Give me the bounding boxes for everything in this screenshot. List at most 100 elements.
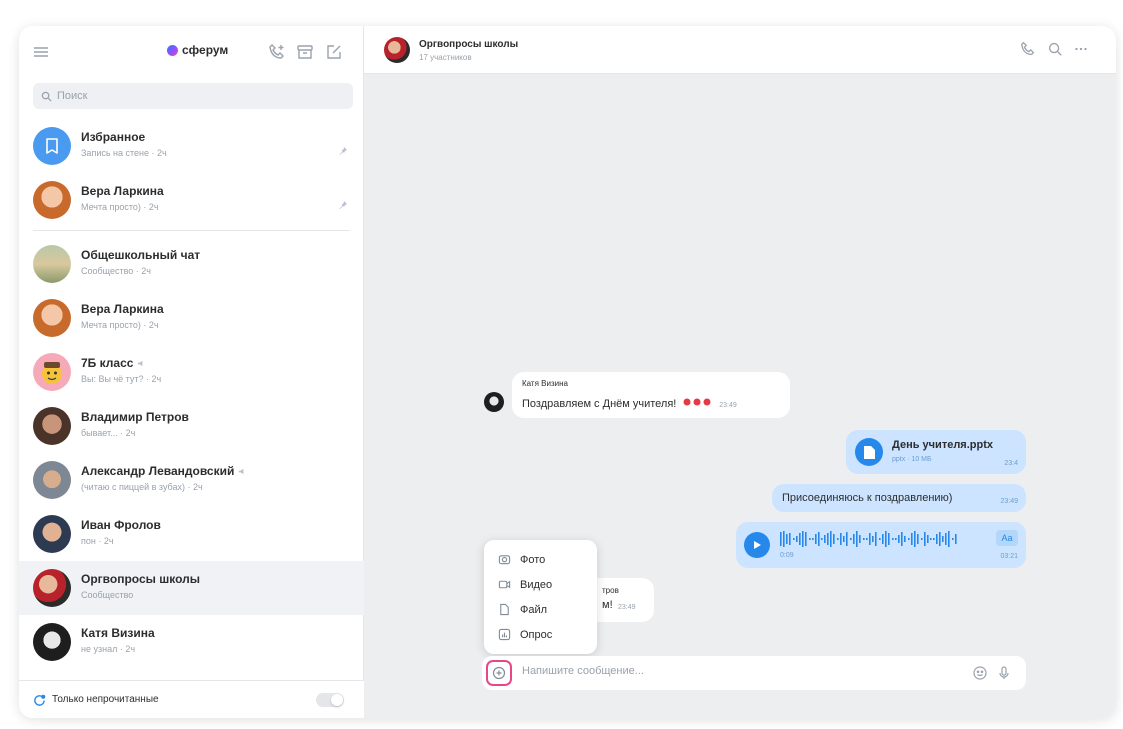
attach-menu: Фото Видео Файл Опрос bbox=[484, 540, 597, 654]
message-body: Поздравляем с Днём учителя! 23:49 bbox=[522, 394, 737, 412]
more-icon[interactable] bbox=[1072, 40, 1090, 58]
chat-item-katya-vizina[interactable]: Катя Визина не узнал · 2ч bbox=[19, 615, 364, 669]
chat-item-school-chat[interactable]: Общешкольный чат Сообщество · 2ч bbox=[19, 237, 364, 291]
video-icon bbox=[498, 580, 511, 589]
avatar bbox=[33, 407, 71, 445]
chat-name: Вера Ларкина bbox=[81, 184, 164, 198]
search-input[interactable] bbox=[57, 90, 337, 102]
bookmark-icon bbox=[46, 138, 58, 154]
message-outgoing-voice[interactable]: 0:09 Aa 03:21 bbox=[736, 522, 1026, 568]
attach-menu-item-video[interactable]: Видео bbox=[484, 572, 597, 597]
unread-toggle[interactable] bbox=[316, 693, 344, 707]
avatar bbox=[33, 623, 71, 661]
chat-item-vera-larkina-pinned[interactable]: Вера Ларкина Мечта просто) · 2ч bbox=[19, 173, 364, 227]
message-input[interactable] bbox=[522, 665, 922, 677]
chat-name: Избранное bbox=[81, 130, 146, 144]
chat-pane: Оргвопросы школы 17 участников Катя Визи… bbox=[364, 26, 1116, 718]
message-composer bbox=[482, 656, 1026, 690]
sidebar-footer: Только непрочитанные bbox=[19, 680, 364, 718]
chat-item-alexander-levandovsky[interactable]: Александр Левандовский (читаю с пиццей в… bbox=[19, 453, 364, 507]
chat-title[interactable]: Оргвопросы школы bbox=[419, 39, 518, 50]
emoji-icon[interactable] bbox=[972, 665, 988, 681]
pinned-divider bbox=[33, 230, 350, 231]
message-text: м! bbox=[602, 599, 613, 611]
message-outgoing[interactable]: Присоединяюсь к поздравлению) 23:49 bbox=[772, 484, 1026, 512]
chat-item-vladimir-petrov[interactable]: Владимир Петров бывает... · 2ч bbox=[19, 399, 364, 453]
chat-name: Владимир Петров bbox=[81, 410, 189, 424]
play-button[interactable] bbox=[744, 532, 770, 558]
app-window: сферум Избранное Запись на стене · 2ч bbox=[19, 26, 1116, 718]
attach-menu-item-photo[interactable]: Фото bbox=[484, 547, 597, 572]
voice-duration: 0:09 bbox=[780, 552, 794, 559]
chat-preview: Мечта просто) · 2ч bbox=[81, 320, 159, 330]
chat-item-org-questions[interactable]: Оргвопросы школы Сообщество bbox=[19, 561, 364, 615]
chat-item-vera-larkina[interactable]: Вера Ларкина Мечта просто) · 2ч bbox=[19, 291, 364, 345]
file-icon bbox=[500, 603, 509, 616]
message-text: Поздравляем с Днём учителя! bbox=[522, 398, 677, 411]
chat-avatar[interactable] bbox=[384, 37, 410, 63]
chat-name: Оргвопросы школы bbox=[81, 572, 200, 586]
avatar bbox=[33, 181, 71, 219]
avatar bbox=[33, 569, 71, 607]
play-icon bbox=[754, 541, 761, 549]
unread-filter-icon bbox=[34, 694, 46, 706]
attach-menu-item-file[interactable]: Файл bbox=[484, 597, 597, 622]
logo-text: сферум bbox=[182, 43, 229, 57]
chat-members-count: 17 участников bbox=[419, 53, 472, 62]
voice-waveform[interactable] bbox=[780, 530, 980, 548]
chat-name: Вера Ларкина bbox=[81, 302, 164, 316]
message-time: 23:4 bbox=[1004, 460, 1018, 467]
pin-icon bbox=[339, 147, 347, 155]
search-icon[interactable] bbox=[1046, 40, 1064, 58]
menu-icon[interactable] bbox=[31, 42, 51, 62]
attach-menu-item-poll[interactable]: Опрос bbox=[484, 622, 597, 647]
chat-list: Избранное Запись на стене · 2ч Вера Ларк… bbox=[19, 119, 364, 669]
avatar bbox=[33, 127, 71, 165]
chat-item-favorites[interactable]: Избранное Запись на стене · 2ч bbox=[19, 119, 364, 173]
chat-name: Общешкольный чат bbox=[81, 248, 201, 262]
attach-menu-label: Файл bbox=[520, 603, 548, 616]
logo-mark-icon bbox=[167, 44, 178, 56]
attach-menu-label: Опрос bbox=[520, 628, 553, 641]
muted-icon bbox=[239, 469, 244, 475]
attach-menu-label: Фото bbox=[520, 553, 546, 566]
message-text: Присоединяюсь к поздравлению) bbox=[782, 492, 953, 504]
message-outgoing-file[interactable]: День учителя.pptx pptx · 10 МБ 23:4 bbox=[846, 430, 1026, 474]
emoji-avatar-icon bbox=[42, 362, 62, 384]
chat-preview: не узнал · 2ч bbox=[81, 644, 136, 654]
chat-item-ivan-frolov[interactable]: Иван Фролов пон · 2ч bbox=[19, 507, 364, 561]
chat-preview: бывает... · 2ч bbox=[81, 428, 136, 438]
avatar bbox=[33, 353, 71, 391]
avatar bbox=[33, 299, 71, 337]
message-incoming[interactable]: Катя Визина Поздравляем с Днём учителя! … bbox=[512, 372, 790, 418]
pin-icon bbox=[339, 201, 347, 209]
attach-menu-label: Видео bbox=[520, 578, 553, 591]
phone-icon[interactable] bbox=[1019, 40, 1037, 58]
chat-name: Иван Фролов bbox=[81, 518, 161, 532]
balloons-emoji-icon bbox=[683, 394, 711, 412]
chat-name: 7Б класс bbox=[81, 356, 146, 370]
file-icon[interactable] bbox=[855, 438, 883, 466]
sidebar-toolbar: сферум bbox=[19, 26, 364, 78]
chat-preview: Мечта просто) · 2ч bbox=[81, 202, 159, 212]
app-logo: сферум bbox=[167, 43, 228, 57]
chat-preview: (читаю с пиццей в зубах) · 2ч bbox=[81, 482, 203, 492]
muted-icon bbox=[138, 361, 143, 367]
call-add-icon[interactable] bbox=[267, 42, 287, 62]
message-sender: Катя Визина bbox=[522, 379, 568, 388]
archive-icon[interactable] bbox=[295, 42, 315, 62]
message-sender-avatar[interactable] bbox=[484, 392, 504, 412]
microphone-icon[interactable] bbox=[996, 665, 1012, 681]
chat-item-7b-class[interactable]: 7Б класс Вы: Вы чё тут? · 2ч bbox=[19, 345, 364, 399]
search-box[interactable] bbox=[33, 83, 353, 109]
attach-button[interactable] bbox=[486, 660, 512, 686]
avatar bbox=[33, 461, 71, 499]
chat-preview: Сообщество · 2ч bbox=[81, 266, 151, 276]
sidebar: сферум Избранное Запись на стене · 2ч bbox=[19, 26, 364, 718]
compose-icon[interactable] bbox=[324, 42, 344, 62]
chat-preview: Запись на стене · 2ч bbox=[81, 148, 167, 158]
transcribe-button[interactable]: Aa bbox=[996, 530, 1018, 546]
file-meta: pptx · 10 МБ bbox=[892, 456, 932, 463]
search-icon bbox=[41, 91, 52, 102]
avatar bbox=[33, 515, 71, 553]
